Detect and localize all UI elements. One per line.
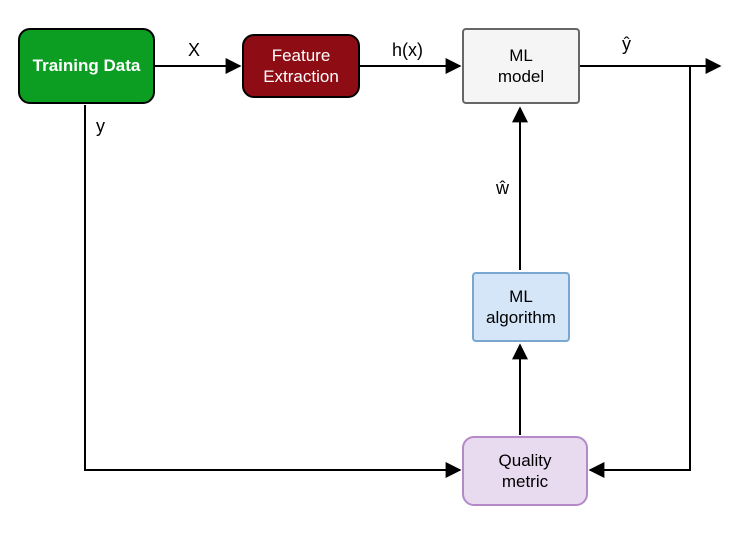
node-ml-algorithm-label: ML algorithm (486, 286, 556, 329)
node-ml-model-label: ML model (498, 45, 544, 88)
node-feature-extraction: Feature Extraction (242, 34, 360, 98)
node-quality-metric-label: Quality metric (499, 450, 552, 493)
edge-label-y: y (96, 116, 105, 137)
edge-label-yhat: ŷ (622, 34, 631, 55)
diagram-stage: Training Data Feature Extraction ML mode… (0, 0, 740, 542)
edge-label-x: X (188, 40, 200, 61)
node-training-data-label: Training Data (33, 55, 141, 76)
node-feature-extraction-label: Feature Extraction (263, 45, 339, 88)
node-ml-algorithm: ML algorithm (472, 272, 570, 342)
edge-label-what: ŵ (496, 178, 509, 199)
node-quality-metric: Quality metric (462, 436, 588, 506)
node-training-data: Training Data (18, 28, 155, 104)
node-ml-model: ML model (462, 28, 580, 104)
edge-label-hx: h(x) (392, 40, 423, 61)
